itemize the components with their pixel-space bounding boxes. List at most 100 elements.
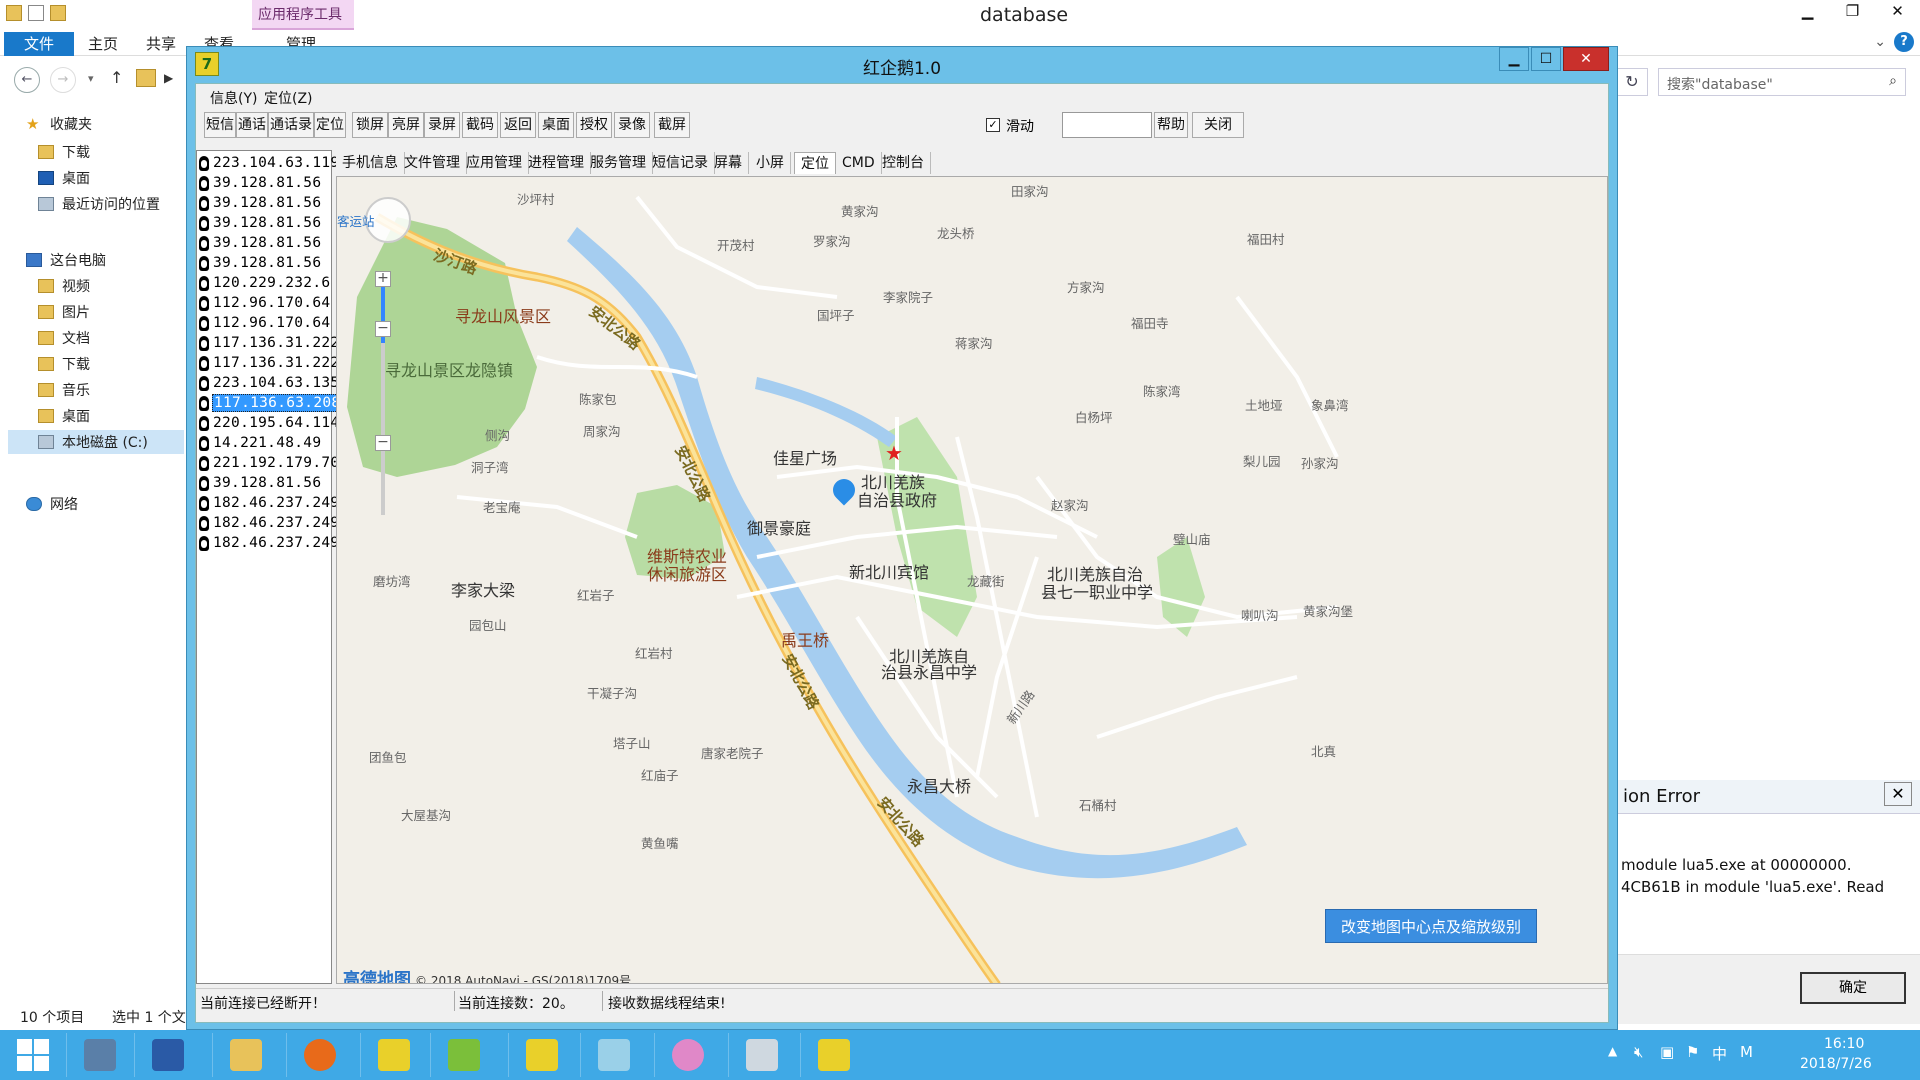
record-screen-button[interactable]: 录屏	[424, 112, 460, 138]
ime-indicator[interactable]: 中	[1712, 1043, 1727, 1064]
task-manager-icon[interactable]	[728, 1033, 794, 1077]
ribbon-tab-home[interactable]: 主页	[88, 33, 118, 54]
ip-list-item[interactable]: 221.192.179.70	[199, 453, 340, 473]
nav-this-pc[interactable]: 这台电脑	[26, 250, 106, 270]
location-map[interactable]: + − − ★ 沙坪村 开茂村 黄家沟 罗家沟 龙头桥 田家沟 福田村 方家沟 …	[336, 176, 1608, 984]
forward-icon[interactable]: →	[50, 67, 76, 93]
tab-location[interactable]: 定位	[794, 152, 836, 174]
ip-list-item[interactable]: 223.104.63.119	[199, 153, 340, 173]
help-button[interactable]: 帮助	[1154, 112, 1188, 138]
call-button[interactable]: 通话	[236, 112, 268, 138]
nav-videos[interactable]: 视频	[38, 276, 90, 296]
nav-downloads[interactable]: 下载	[38, 142, 90, 162]
ip-list-item[interactable]: 182.46.237.249	[199, 513, 340, 533]
change-map-center-button[interactable]: 改变地图中心点及缩放级别	[1325, 909, 1537, 943]
ip-list-item[interactable]: 112.96.170.64	[199, 313, 331, 333]
minimize-button[interactable]: ▁	[1785, 0, 1830, 24]
new-folder-icon[interactable]	[50, 5, 66, 21]
slide-checkbox[interactable]: ✓	[986, 118, 1000, 132]
red-penguin-app-icon[interactable]	[800, 1033, 866, 1077]
close-app-button[interactable]: 关闭	[1192, 112, 1244, 138]
clock-date[interactable]: 2018/7/26	[1800, 1056, 1872, 1072]
action-center-icon[interactable]: ⚑	[1686, 1043, 1699, 1061]
ime-mode-indicator[interactable]: M	[1740, 1043, 1753, 1061]
tab-phone-info[interactable]: 手机信息	[336, 152, 405, 174]
search-input[interactable]: 搜索"database" ⌕	[1658, 68, 1906, 96]
maximize-button[interactable]: ☐	[1531, 47, 1561, 71]
refresh-icon[interactable]: ↻	[1616, 68, 1648, 96]
nav-desktop-2[interactable]: 桌面	[38, 406, 90, 426]
chevron-right-icon[interactable]: ▶	[164, 71, 173, 85]
ip-list-item[interactable]: 39.128.81.56	[199, 193, 322, 213]
close-button[interactable]: ✕	[1875, 0, 1920, 24]
chevron-up-icon[interactable]: ▲	[1608, 1044, 1617, 1058]
tab-app-manager[interactable]: 应用管理	[460, 152, 529, 174]
file-explorer-icon[interactable]	[212, 1033, 278, 1077]
nav-desktop[interactable]: 桌面	[38, 168, 90, 188]
call-log-button[interactable]: 通话录	[268, 112, 314, 138]
zoom-slider-handle[interactable]: −	[375, 321, 391, 337]
folder-icon[interactable]	[6, 5, 22, 21]
minimize-button[interactable]: ▁	[1499, 47, 1529, 71]
nav-local-disk[interactable]: 本地磁盘 (C:)	[8, 430, 184, 454]
nav-favorites[interactable]: ★ 收藏夹	[26, 114, 92, 134]
ip-list-item[interactable]: 182.46.237.249	[199, 493, 340, 513]
tab-process-manager[interactable]: 进程管理	[522, 152, 591, 174]
ip-list-item[interactable]: 39.128.81.56	[199, 473, 322, 493]
back-button[interactable]: 返回	[500, 112, 536, 138]
ip-list-item[interactable]: 14.221.48.49	[199, 433, 322, 453]
ip-list-item[interactable]: 120.229.232.6	[199, 273, 331, 293]
close-button[interactable]: ✕	[1563, 47, 1609, 71]
screenshot-button[interactable]: 截屏	[654, 112, 690, 138]
ribbon-tab-share[interactable]: 共享	[146, 33, 176, 54]
ip-list-item[interactable]: 117.136.63.208	[199, 393, 343, 413]
ip-list-item[interactable]: 39.128.81.56	[199, 213, 322, 233]
client-ip-list[interactable]: 223.104.63.119 39.128.81.56 39.128.81.56 39…	[196, 150, 343, 984]
search-icon[interactable]: ⌕	[1889, 73, 1897, 89]
back-icon[interactable]: ←	[14, 67, 40, 93]
locate-button[interactable]: 定位	[314, 112, 346, 138]
nav-pictures[interactable]: 图片	[38, 302, 90, 322]
map-zoom-control[interactable]: + − −	[371, 271, 395, 515]
ip-list-item[interactable]: 117.136.31.222	[199, 353, 340, 373]
home-button[interactable]: 桌面	[538, 112, 574, 138]
command-input[interactable]	[1062, 112, 1152, 138]
nav-documents[interactable]: 文档	[38, 328, 90, 348]
restore-button[interactable]: ❐	[1830, 0, 1875, 24]
network-icon[interactable]: ▣	[1660, 1043, 1674, 1061]
tab-service-manager[interactable]: 服务管理	[584, 152, 653, 174]
zoom-out-button[interactable]: −	[375, 435, 391, 451]
record-video-button[interactable]: 录像	[614, 112, 650, 138]
nav-recent[interactable]: 最近访问的位置	[38, 194, 160, 214]
powershell-icon[interactable]	[134, 1033, 200, 1077]
menu-info[interactable]: 信息(Y)	[210, 88, 257, 108]
close-icon[interactable]: ✕	[1884, 782, 1912, 806]
speaker-muted-icon[interactable]: 🔇︎	[1634, 1043, 1643, 1061]
browser-icon[interactable]	[286, 1033, 352, 1077]
ip-list-item[interactable]: 112.96.170.64	[199, 293, 331, 313]
nav-music[interactable]: 音乐	[38, 380, 90, 400]
start-button[interactable]	[0, 1033, 66, 1077]
authorize-button[interactable]: 授权	[576, 112, 612, 138]
sms-button[interactable]: 短信	[204, 112, 236, 138]
app-icon[interactable]	[654, 1033, 720, 1077]
chevron-down-icon[interactable]: ⌄	[1874, 34, 1886, 50]
notepad-icon[interactable]	[580, 1033, 646, 1077]
star-marker-icon[interactable]: ★	[885, 441, 903, 465]
ip-list-item[interactable]: 39.128.81.56	[199, 253, 322, 273]
history-dropdown-icon[interactable]: ▾	[88, 72, 94, 85]
red-penguin-app-icon[interactable]	[360, 1033, 426, 1077]
tab-sms-records[interactable]: 短信记录	[646, 152, 715, 174]
ip-list-item[interactable]: 220.195.64.114	[199, 413, 340, 433]
up-arrow-icon[interactable]: ↑	[110, 68, 123, 87]
clock-time[interactable]: 16:10	[1824, 1036, 1864, 1052]
ok-button[interactable]: 确定	[1800, 972, 1906, 1004]
red-penguin-app-icon[interactable]	[508, 1033, 574, 1077]
tab-mini-screen[interactable]: 小屏	[750, 152, 791, 174]
tab-console[interactable]: 控制台	[876, 152, 931, 174]
nav-network[interactable]: 网络	[26, 494, 78, 514]
properties-icon[interactable]	[28, 5, 44, 21]
ip-list-item[interactable]: 117.136.31.222	[199, 333, 340, 353]
tab-file-manager[interactable]: 文件管理	[398, 152, 467, 174]
ip-list-item[interactable]: 223.104.63.135	[199, 373, 340, 393]
